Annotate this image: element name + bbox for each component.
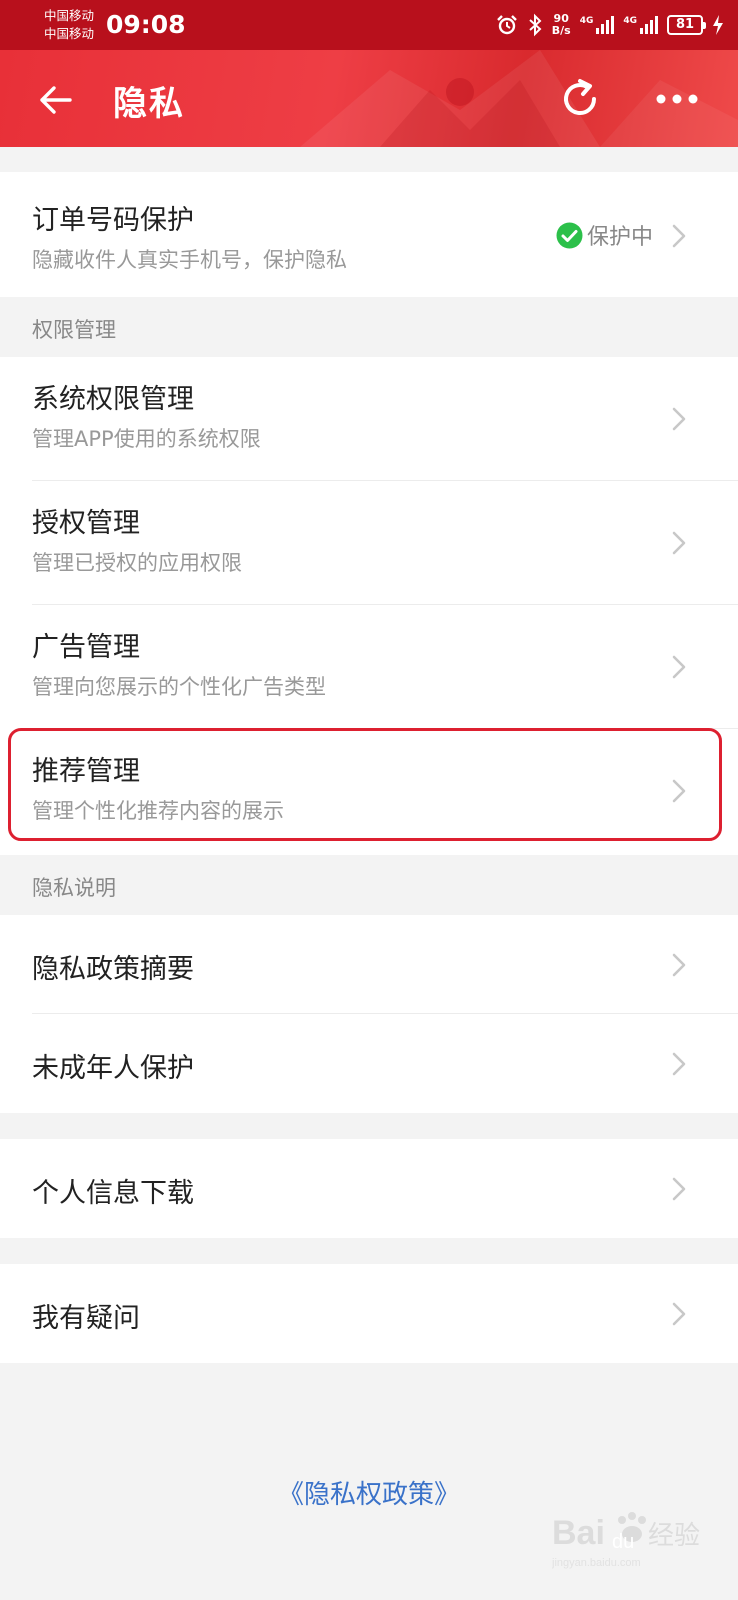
status-icons: 90 B/s 4G 4G 81 [496,10,724,40]
signal-2-icon: 4G [623,16,658,34]
signal-2-type: 4G [623,16,637,26]
svg-text:du: du [612,1531,634,1553]
row-subtitle: 管理APP使用的系统权限 [32,427,261,451]
list-item-authorization[interactable]: 授权管理 管理已授权的应用权限 [0,481,738,605]
row-title: 广告管理 [32,632,140,663]
row-title: 隐私政策摘要 [32,954,194,985]
row-subtitle: 管理向您展示的个性化广告类型 [32,675,326,699]
svg-text:Bai: Bai [552,1514,605,1552]
protect-status: 保护中 [556,219,653,251]
header-decoration [300,50,738,147]
row-title: 未成年人保护 [32,1053,194,1084]
privacy-notes-group: 隐私政策摘要 未成年人保护 [0,915,738,1113]
charging-icon [713,15,723,35]
list-item-minor-protection[interactable]: 未成年人保护 [0,1014,738,1113]
clock: 09:08 [106,10,186,39]
row-title: 授权管理 [32,508,140,539]
chevron-right-icon [672,1177,686,1201]
carrier-names: 中国移动 中国移动 [44,7,94,43]
svg-text:经验: 经验 [648,1521,700,1551]
chevron-right-icon [672,531,686,555]
bluetooth-icon [529,13,542,37]
order-protect-subtitle: 隐藏收件人真实手机号，保护隐私 [32,248,347,272]
order-protect-title: 订单号码保护 [32,205,194,236]
row-title: 我有疑问 [32,1303,140,1334]
baidu-watermark-logo: Bai du 经验 jingyan.baidu.com [552,1512,700,1569]
back-arrow-icon[interactable] [36,80,76,120]
chevron-right-icon [672,655,686,679]
highlight-box [8,728,722,841]
list-item-questions[interactable]: 我有疑问 [0,1264,738,1363]
chevron-right-icon [672,1302,686,1326]
alarm-icon [496,15,517,35]
network-speed: 90 B/s [552,13,571,37]
carrier-2: 中国移动 [44,26,95,41]
protect-status-text: 保护中 [587,225,654,250]
list-item-personal-info-download[interactable]: 个人信息下载 [0,1139,738,1238]
section-header-permissions: 权限管理 [32,318,116,342]
list-item-system-permissions[interactable]: 系统权限管理 管理APP使用的系统权限 [0,357,738,481]
list-item-ads[interactable]: 广告管理 管理向您展示的个性化广告类型 [0,605,738,729]
row-subtitle: 管理已授权的应用权限 [32,551,242,575]
chevron-right-icon [672,224,686,248]
chevron-right-icon [672,953,686,977]
status-bar: 中国移动 中国移动 09:08 90 B/s 4G 4G 81 [0,0,738,50]
more-options-icon[interactable] [654,85,700,113]
list-item-policy-summary[interactable]: 隐私政策摘要 [0,915,738,1014]
chevron-right-icon [672,1052,686,1076]
battery-indicator: 81 [667,15,706,35]
order-protect-row[interactable]: 订单号码保护 隐藏收件人真实手机号，保护隐私 保护中 [0,172,738,297]
check-circle-icon [556,222,583,248]
signal-1-type: 4G [579,16,594,26]
carrier-1: 中国移动 [44,8,95,23]
row-title: 系统权限管理 [32,384,194,415]
svg-text:jingyan.baidu.com: jingyan.baidu.com [552,1557,641,1569]
net-speed-unit: B/s [551,24,571,37]
navigation-bar: 隐私 [0,50,738,147]
page-title: 隐私 [113,84,185,124]
row-title: 个人信息下载 [32,1178,194,1209]
signal-1-icon: 4G [580,16,615,34]
section-header-privacy-notes: 隐私说明 [32,876,116,900]
refresh-icon[interactable] [556,75,604,123]
chevron-right-icon [672,407,686,431]
